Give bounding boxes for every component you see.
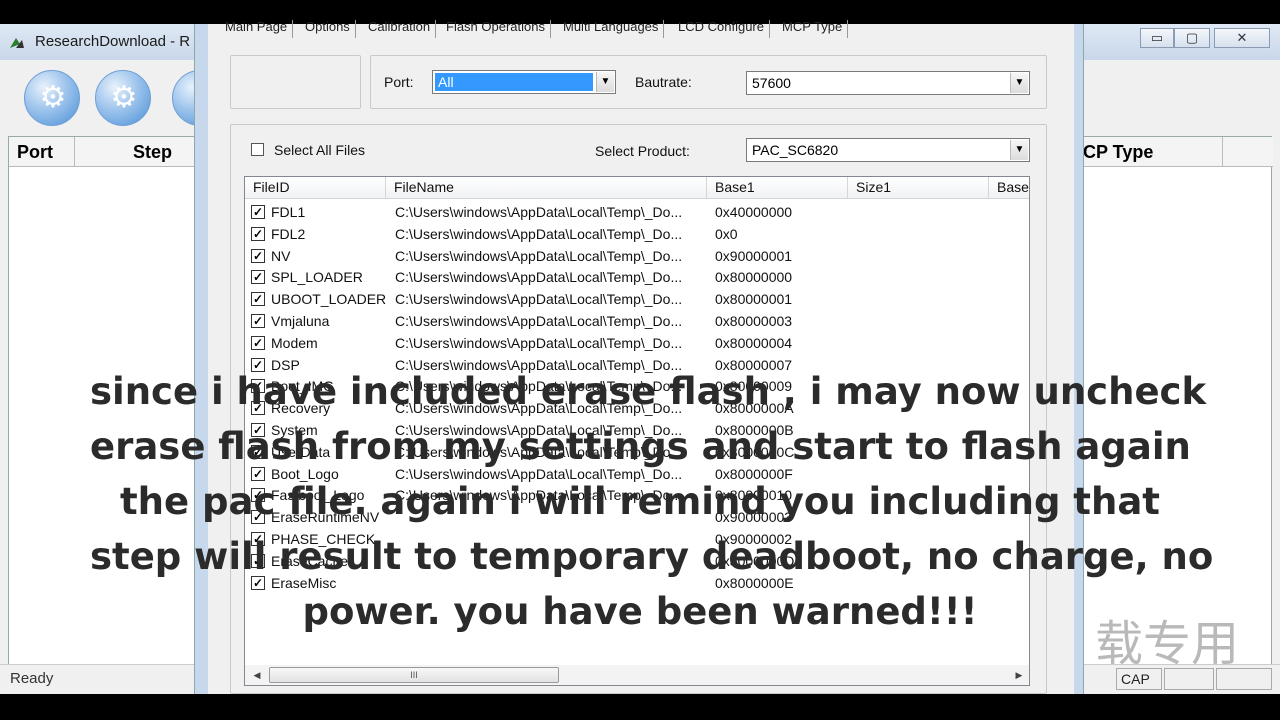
file-checkbox[interactable]: ✓ [251,270,265,285]
video-caption: since i have included erase flash , i ma… [90,364,1214,639]
status-scrl [1216,668,1272,690]
close-icon: ✕ [1236,30,1248,45]
gears-icon: ⚙ [110,81,138,114]
table-row[interactable]: ✓ FDL1 C:\Users\windows\AppData\Local\Temp… [245,201,1029,223]
close-button[interactable]: ✕ [1214,28,1270,48]
file-name: C:\Users\windows\AppData\Local\Temp\_Do.… [395,269,683,286]
file-checkbox[interactable]: ✓ [251,335,265,350]
caption-line: step will result to temporary deadboot, … [90,535,1214,578]
file-name: C:\Users\windows\AppData\Local\Temp\_Do.… [395,204,683,220]
base2-column-header[interactable]: Base2 [989,177,1029,199]
chevron-down-icon: ▼ [1010,140,1028,160]
tab-multi-languages[interactable]: Multi Languages [558,20,665,38]
table-row[interactable]: ✓ NV C:\Users\windows\AppData\Local\Temp\_… [245,245,1029,267]
file-name: C:\Users\windows\AppData\Local\Temp\_Do.… [395,334,683,351]
port-column-header[interactable]: Port [9,137,75,167]
toolbar-settings-button[interactable]: ⚙ [24,70,80,126]
file-base1: 0x80000000 [715,269,793,286]
status-num [1164,668,1214,690]
mcp-type-column-header[interactable]: CP Type [1083,137,1223,167]
baudrate-label: Bautrate: [635,74,692,90]
file-base1: 0x0 [715,225,738,242]
left-group-box [230,55,361,109]
scroll-thumb[interactable]: III [269,667,559,683]
file-base1: 0x80000003 [715,313,793,329]
status-ready: Ready [10,670,54,687]
tab-lcd-configure[interactable]: LCD Configure [673,20,770,38]
select-all-label: Select All Files [274,142,366,158]
file-name: C:\Users\windows\AppData\Local\Temp\_Do.… [395,291,683,308]
toolbar-options-button[interactable]: ⚙ [95,70,151,126]
file-id: FDL2 [271,225,306,242]
file-checkbox[interactable]: ✓ [251,314,265,328]
base1-column-header[interactable]: Base1 [707,177,848,199]
file-checkbox[interactable]: ✓ [251,248,265,263]
file-id: NV [271,247,291,264]
chevron-down-icon: ▼ [596,72,614,92]
table-row[interactable]: ✓ Vmjaluna C:\Users\windows\AppData\Local\… [245,310,1029,332]
filename-column-header[interactable]: FileName [386,177,707,199]
file-base1: 0x90000001 [715,247,793,264]
extra-column-header[interactable] [1223,137,1273,167]
file-id: UBOOT_LOADER [271,291,386,308]
table-row[interactable]: ✓ UBOOT_LOADER C:\Users\windows\AppData\Lo… [245,288,1029,310]
gear-icon: ⚙ [39,81,67,114]
bottom-letterbox [0,694,1280,720]
file-id: FDL1 [271,204,306,220]
select-product-label: Select Product: [595,143,690,159]
scroll-right-icon[interactable]: ▶ [1011,667,1027,683]
port-select[interactable]: All ▼ [432,70,616,94]
file-name: C:\Users\windows\AppData\Local\Temp\_Do.… [395,225,683,242]
caption-line: erase flash from my settings and start t… [90,425,1191,468]
tab-main-page[interactable]: Main Page [220,20,294,38]
file-checkbox[interactable]: ✓ [251,226,265,241]
file-base1: 0x80000004 [715,334,793,351]
product-select[interactable]: PAC_SC6820 ▼ [746,138,1030,162]
baudrate-select[interactable]: 57600 ▼ [746,71,1030,95]
scroll-left-icon[interactable]: ◀ [249,667,265,683]
port-label: Port: [384,74,414,90]
maximize-icon: ▢ [1185,30,1199,45]
tab-calibration[interactable]: Calibration [363,20,437,38]
file-id: SPL_LOADER [271,269,363,286]
select-all-checkbox[interactable] [251,143,264,156]
table-row[interactable]: ✓ SPL_LOADER C:\Users\windows\AppData\Loca… [245,266,1029,288]
file-checkbox[interactable]: ✓ [251,292,265,307]
fileid-column-header[interactable]: FileID [245,177,386,199]
file-checkbox[interactable]: ✓ [251,205,265,219]
file-id: Modem [271,334,318,351]
main-window-title: ResearchDownload - R [35,33,191,50]
port-value: All [435,73,593,91]
tab-flash-operations[interactable]: Flash Operations [441,20,551,38]
file-id: Vmjaluna [271,313,330,329]
horizontal-scrollbar[interactable]: ◀ III ▶ [245,665,1029,685]
dialog-tabs: Main Page Options Calibration Flash Oper… [220,20,920,38]
caption-line: since i have included erase flash , i ma… [90,370,1207,413]
caption-line: power. you have been warned!!! [302,590,978,633]
product-value: PAC_SC6820 [752,142,839,158]
file-name: C:\Users\windows\AppData\Local\Temp\_Do.… [395,247,683,264]
size1-column-header[interactable]: Size1 [848,177,989,199]
chevron-down-icon: ▼ [1010,73,1028,93]
status-cap: CAP [1116,668,1162,690]
file-base1: 0x80000001 [715,291,793,308]
table-row[interactable]: ✓ FDL2 C:\Users\windows\AppData\Local\Temp… [245,223,1029,245]
step-column-header[interactable]: Step [75,137,195,167]
baudrate-value: 57600 [752,75,791,91]
caption-line: the pac file. again i will remind you in… [120,480,1160,523]
table-row[interactable]: ✓ Modem C:\Users\windows\AppData\Local\Tem… [245,332,1029,354]
app-icon [10,38,24,48]
maximize-button[interactable]: ▢ [1174,28,1210,48]
file-list-header: FileID FileName Base1 Size1 Base2 [245,177,1029,199]
tab-options[interactable]: Options [300,20,356,38]
minimize-button[interactable]: ▭ [1140,28,1174,48]
tab-mcp-type[interactable]: MCP Type [777,20,849,38]
file-base1: 0x40000000 [715,204,793,220]
minimize-icon: ▭ [1150,30,1164,45]
file-name: C:\Users\windows\AppData\Local\Temp\_Do.… [395,313,683,329]
